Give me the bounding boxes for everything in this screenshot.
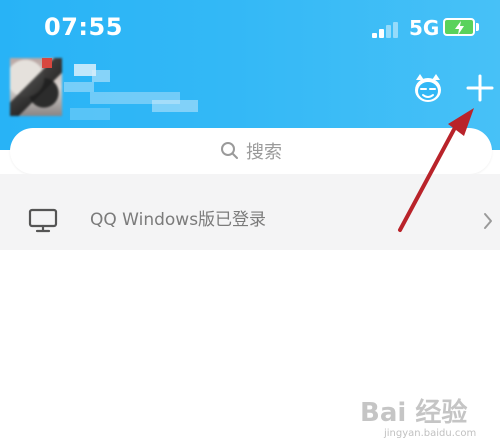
status-time: 07:55 — [44, 13, 123, 41]
monitor-icon — [28, 208, 58, 233]
search-placeholder: 搜索 — [246, 142, 282, 163]
avatar-accent — [42, 58, 52, 68]
nickname-blurred — [62, 64, 202, 126]
baidu-watermark: Bai 经验 jingyan.baidu.com — [360, 398, 490, 444]
chevron-right-icon — [484, 213, 492, 229]
device-login-label: QQ Windows版已登录 — [90, 210, 267, 230]
red-arrow-icon — [398, 108, 474, 232]
watermark-sub: jingyan.baidu.com — [384, 428, 477, 439]
watermark-main: Bai 经验 — [360, 398, 468, 428]
avatar[interactable] — [10, 58, 62, 116]
signal-icon — [372, 22, 400, 38]
search-icon — [221, 142, 238, 159]
battery-cap — [476, 23, 479, 31]
battery-icon — [443, 18, 475, 36]
network-label: 5G — [409, 16, 440, 40]
